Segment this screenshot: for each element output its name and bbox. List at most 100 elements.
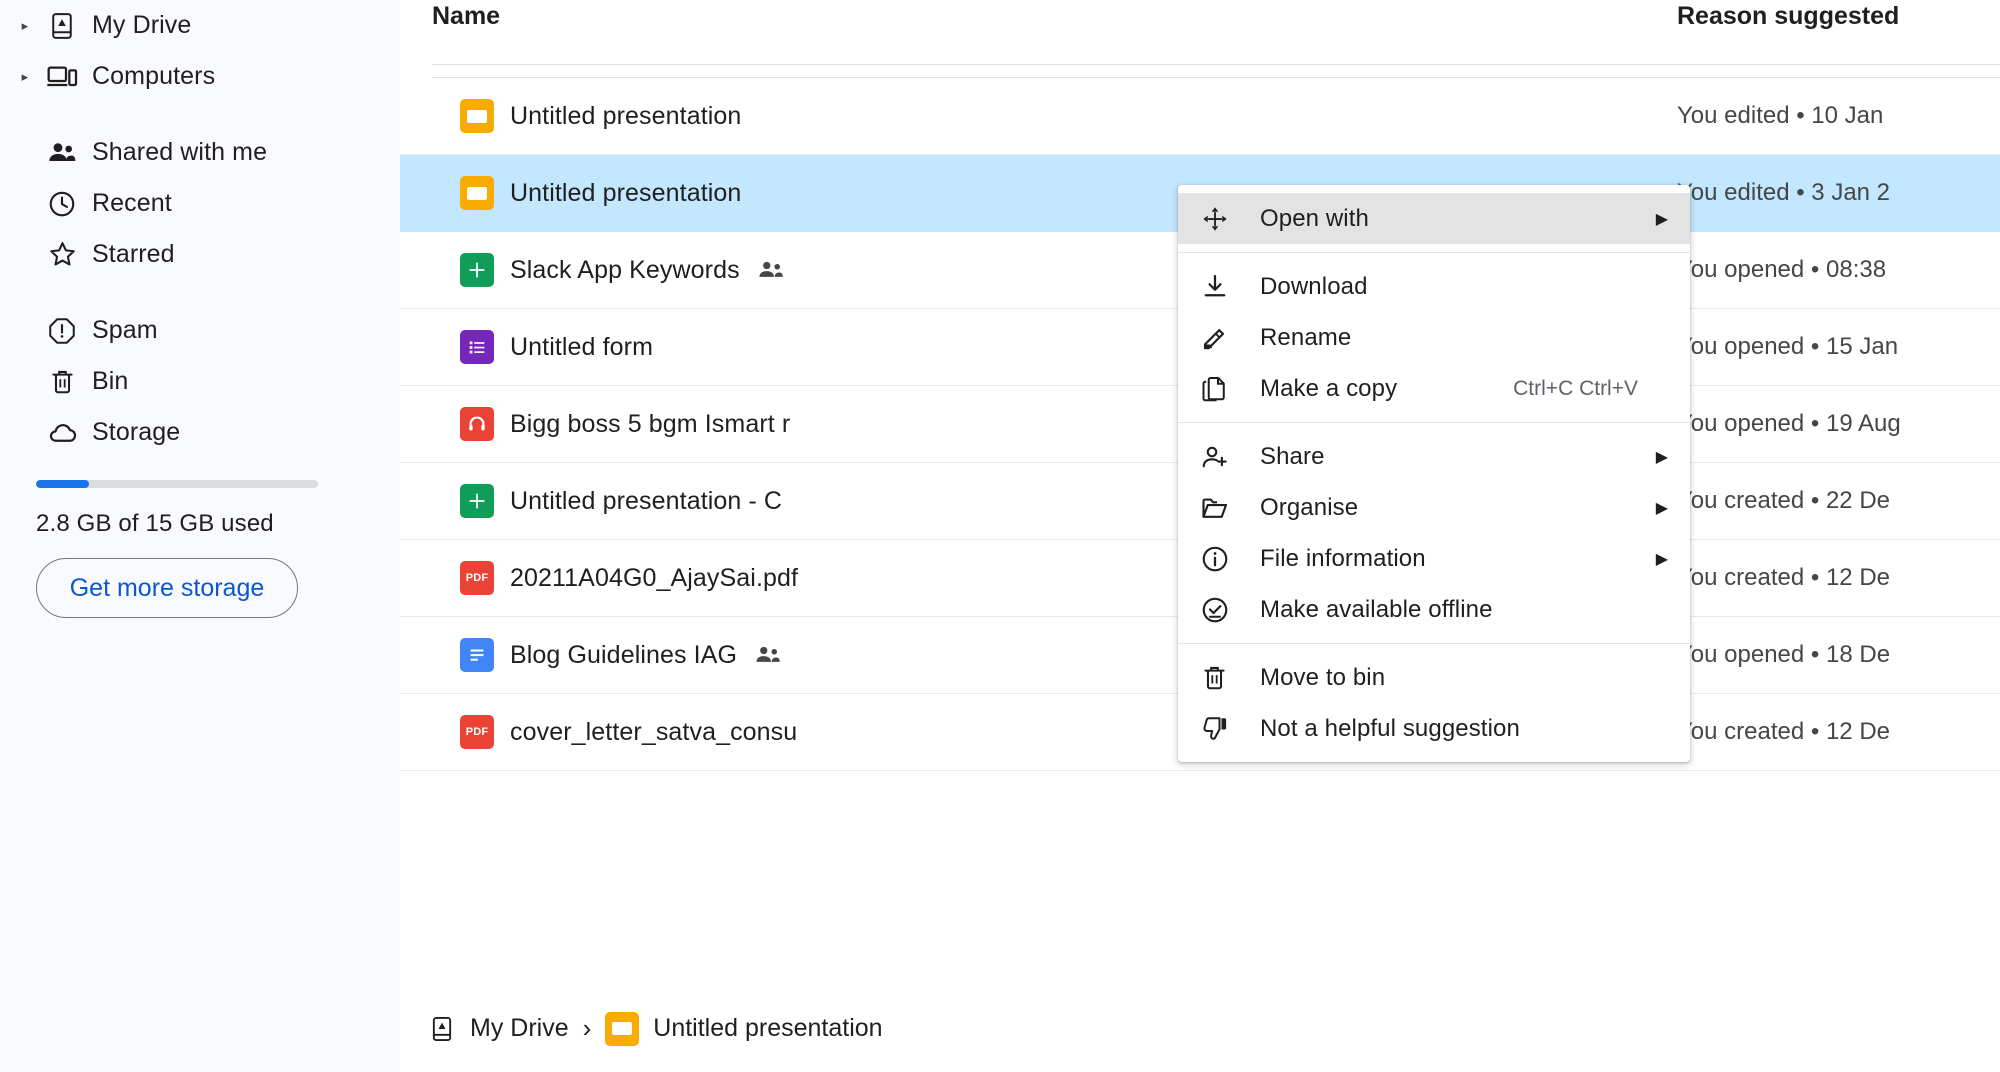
- menu-item-not-a-helpful-suggestion[interactable]: Not a helpful suggestion: [1178, 703, 1690, 754]
- sidebar-item-storage[interactable]: ▸Storage: [0, 407, 400, 458]
- spam-icon: [36, 316, 88, 346]
- sidebar-item-label: Spam: [92, 316, 158, 344]
- sidebar-item-my-drive[interactable]: ▸ My Drive: [0, 0, 400, 51]
- copy-icon: [1200, 374, 1260, 404]
- context-menu-body: Open with ▶ Download Rename Make a copy Ctrl+…: [1178, 193, 1690, 754]
- people-icon: [36, 137, 88, 169]
- breadcrumb-root-label: My Drive: [470, 1014, 569, 1042]
- menu-separator: [1178, 422, 1690, 423]
- pencil-icon: [1200, 323, 1260, 353]
- reason-suggested-text: You created • 22 De: [1677, 487, 1890, 514]
- sheets-icon: [460, 484, 494, 518]
- file-type-icon: [432, 253, 510, 287]
- file-name-text: Untitled form: [510, 332, 654, 361]
- get-more-storage-button[interactable]: Get more storage: [36, 558, 298, 618]
- expand-arrow-icon[interactable]: ▸: [14, 18, 36, 34]
- expand-arrow-icon[interactable]: ▸: [14, 69, 36, 85]
- file-name-text: cover_letter_satva_consu: [510, 717, 798, 746]
- menu-item-label: Open with: [1260, 204, 1369, 232]
- storage-progress-bar: [36, 480, 318, 488]
- submenu-arrow-icon: ▶: [1655, 550, 1668, 568]
- person-add-icon: [1200, 442, 1260, 472]
- slides-icon: [460, 99, 494, 133]
- menu-item-shortcut: Ctrl+C Ctrl+V: [1513, 376, 1638, 400]
- menu-item-download[interactable]: Download: [1178, 261, 1690, 312]
- sidebar-item-spam[interactable]: ▸Spam: [0, 305, 400, 356]
- info-icon: [1200, 544, 1260, 574]
- storage-section: 2.8 GB of 15 GB used Get more storage: [0, 458, 400, 618]
- sidebar-item-starred[interactable]: ▸Starred: [0, 229, 400, 280]
- drive-icon: [36, 11, 88, 41]
- reason-suggested-text: You opened • 19 Aug: [1677, 410, 1901, 437]
- menu-separator: [1178, 643, 1690, 644]
- file-type-icon: [432, 330, 510, 364]
- file-list-area: Name Reason suggested Untitled presentat…: [400, 0, 2000, 1072]
- table-row[interactable]: Untitled presentation You edited • 10 Jan: [400, 78, 2000, 155]
- sidebar-item-label: Bin: [92, 367, 129, 395]
- menu-item-make-available-offline[interactable]: Make available offline: [1178, 584, 1690, 635]
- slides-icon: [605, 1011, 640, 1046]
- menu-item-label: File information: [1260, 544, 1426, 572]
- pdf-icon: PDF: [460, 561, 494, 595]
- sheets-icon: [460, 253, 494, 287]
- check-circle-icon: [1200, 595, 1260, 625]
- reason-suggested-text: You opened • 18 De: [1677, 641, 1891, 668]
- slides-icon: [460, 176, 494, 210]
- menu-item-organise[interactable]: Organise ▶: [1178, 482, 1690, 533]
- sidebar: ▸ My Drive ▸ Computers ▸Shared with me▸Recen…: [0, 0, 400, 1072]
- shared-people-icon: [753, 640, 783, 670]
- breadcrumb-current[interactable]: Untitled presentation: [605, 1011, 883, 1046]
- submenu-arrow-icon: ▶: [1655, 448, 1668, 466]
- file-type-icon: PDF: [432, 561, 510, 595]
- menu-item-label: Make available offline: [1260, 595, 1493, 623]
- column-header-reason[interactable]: Reason suggested: [1677, 0, 1899, 31]
- reason-suggested-text: You created • 12 De: [1677, 718, 1890, 745]
- file-type-icon: [432, 638, 510, 672]
- thumb-down-icon: [1200, 714, 1260, 744]
- menu-item-share[interactable]: Share ▶: [1178, 431, 1690, 482]
- menu-separator: [1178, 252, 1690, 253]
- drive-icon: [428, 1015, 456, 1043]
- table-header: Name Reason suggested: [400, 0, 2000, 64]
- menu-item-file-information[interactable]: File information ▶: [1178, 533, 1690, 584]
- file-type-icon: [432, 176, 510, 210]
- file-name-text: Untitled presentation: [510, 178, 742, 207]
- file-name-text: Slack App Keywords: [510, 255, 740, 284]
- menu-item-label: Download: [1260, 272, 1368, 300]
- sidebar-item-recent[interactable]: ▸Recent: [0, 178, 400, 229]
- menu-item-label: Make a copy: [1260, 374, 1398, 402]
- file-name-text: Bigg boss 5 bgm Ismart r: [510, 409, 791, 438]
- reason-suggested-text: You opened • 15 Jan: [1677, 333, 1899, 360]
- sidebar-item-shared-with-me[interactable]: ▸Shared with me: [0, 127, 400, 178]
- header-spacer: [400, 65, 2000, 77]
- menu-item-move-to-bin[interactable]: Move to bin: [1178, 652, 1690, 703]
- cloud-icon: [36, 417, 88, 448]
- file-type-icon: [432, 407, 510, 441]
- sidebar-item-label: Shared with me: [92, 138, 268, 166]
- reason-suggested-text: You created • 12 De: [1677, 564, 1890, 591]
- context-menu: Open with ▶ Download Rename Make a copy Ctrl+…: [1178, 185, 1690, 762]
- breadcrumb: My Drive › Untitled presentation: [400, 984, 2000, 1072]
- storage-progress-fill: [36, 480, 89, 488]
- sidebar-item-label: Recent: [92, 189, 172, 217]
- reason-suggested-text: You edited • 3 Jan 2: [1677, 179, 1891, 206]
- file-name-text: Untitled presentation: [510, 101, 742, 130]
- star-icon: [36, 239, 88, 270]
- clock-icon: [36, 189, 88, 219]
- sidebar-item-label: Computers: [92, 62, 216, 90]
- column-header-name[interactable]: Name: [432, 0, 1677, 31]
- file-type-icon: PDF: [432, 715, 510, 749]
- sidebar-item-label: My Drive: [92, 11, 192, 39]
- computer-icon: [36, 61, 88, 93]
- sidebar-item-label: Storage: [92, 418, 181, 446]
- breadcrumb-root[interactable]: My Drive: [428, 1014, 569, 1043]
- audio-icon: [460, 407, 494, 441]
- menu-item-label: Not a helpful suggestion: [1260, 714, 1520, 742]
- trash-icon: [1200, 663, 1260, 692]
- sidebar-item-computers[interactable]: ▸ Computers: [0, 51, 400, 102]
- menu-item-make-a-copy[interactable]: Make a copy Ctrl+C Ctrl+V: [1178, 363, 1690, 414]
- menu-item-open-with[interactable]: Open with ▶: [1178, 193, 1690, 244]
- sidebar-item-bin[interactable]: ▸Bin: [0, 356, 400, 407]
- menu-item-rename[interactable]: Rename: [1178, 312, 1690, 363]
